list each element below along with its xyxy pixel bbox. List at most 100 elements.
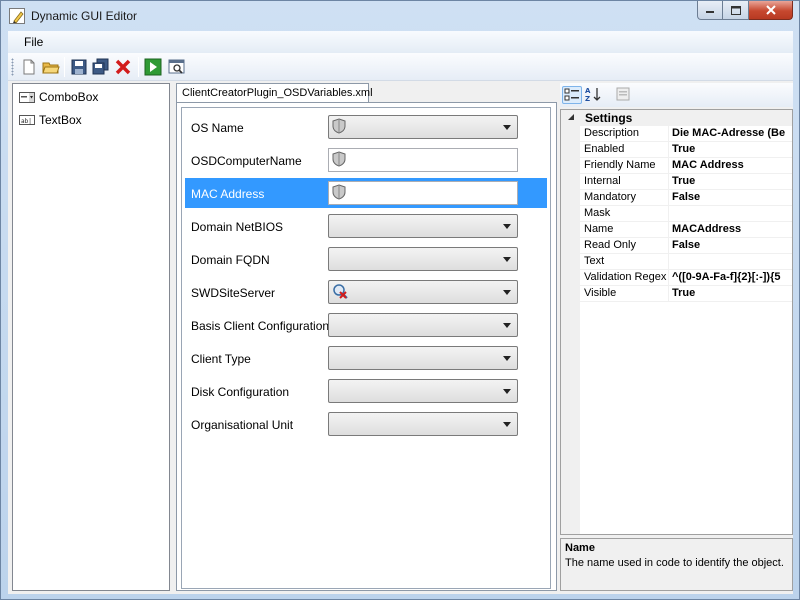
field-label: MAC Address — [191, 187, 265, 201]
run-button[interactable] — [144, 58, 162, 76]
form-row-domain-fqdn[interactable]: Domain FQDN — [185, 244, 547, 274]
form-row-mac-address[interactable]: MAC Address — [185, 178, 547, 208]
property-row-friendly-name[interactable]: Friendly Name MAC Address — [580, 158, 792, 174]
form-row-domain-netbios[interactable]: Domain NetBIOS — [185, 211, 547, 241]
property-row-text[interactable]: Text — [580, 254, 792, 270]
property-divider — [668, 270, 669, 286]
property-name: Mask — [584, 207, 611, 219]
swd-site-server-combobox[interactable] — [328, 280, 518, 304]
property-row-mask[interactable]: Mask — [580, 206, 792, 222]
save-all-button[interactable] — [92, 58, 110, 76]
property-divider — [668, 238, 669, 254]
toolbar-separator — [138, 57, 139, 77]
property-name: Validation Regex — [584, 271, 667, 283]
disk-configuration-combobox[interactable] — [328, 379, 518, 403]
combobox-icon — [19, 90, 35, 104]
open-folder-button[interactable] — [42, 58, 60, 76]
property-row-mandatory[interactable]: Mandatory False — [580, 190, 792, 206]
save-all-icon — [92, 58, 109, 75]
domain-netbios-combobox[interactable] — [328, 214, 518, 238]
menu-bar: File — [8, 31, 793, 53]
property-value[interactable]: ^([0-9A-Fa-f]{2}[:-]){5 — [672, 271, 792, 283]
new-file-button[interactable] — [20, 58, 38, 76]
chevron-down-icon — [503, 323, 511, 328]
osd-computer-name-textbox[interactable] — [328, 148, 518, 172]
svg-text:ab|: ab| — [21, 118, 32, 125]
property-row-name[interactable]: Name MACAddress — [580, 222, 792, 238]
shield-icon — [332, 151, 346, 167]
property-name: Read Only — [584, 239, 636, 251]
tab-content: OS Name OSDComputerName MAC Address Doma… — [176, 102, 557, 591]
property-row-visible[interactable]: Visible True — [580, 286, 792, 302]
toolbar-grip[interactable] — [11, 58, 14, 76]
chevron-down-icon — [503, 290, 511, 295]
property-value[interactable]: MACAddress — [672, 223, 792, 235]
delete-button[interactable] — [114, 58, 132, 76]
basis-client-configuration-combobox[interactable] — [328, 313, 518, 337]
form-row-os-name[interactable]: OS Name — [185, 112, 547, 142]
property-divider — [668, 254, 669, 270]
property-pages-button[interactable] — [614, 86, 634, 104]
property-row-validation-regex[interactable]: Validation Regex ^([0-9A-Fa-f]{2}[:-]){5 — [580, 270, 792, 286]
organisational-unit-combobox[interactable] — [328, 412, 518, 436]
field-label: OS Name — [191, 121, 244, 135]
menu-file[interactable]: File — [24, 35, 43, 49]
tab-osd-variables[interactable]: ClientCreatorPlugin_OSDVariables.xml — [176, 83, 373, 103]
svg-text:A: A — [585, 87, 591, 95]
collapse-icon[interactable] — [568, 114, 574, 120]
preview-button[interactable] — [168, 58, 186, 76]
property-value[interactable]: Die MAC-Adresse (Be — [672, 127, 792, 139]
property-row-internal[interactable]: Internal True — [580, 174, 792, 190]
form-row-swd-site-server[interactable]: SWDSiteServer — [185, 277, 547, 307]
property-row-read-only[interactable]: Read Only False — [580, 238, 792, 254]
minimize-button[interactable] — [697, 1, 723, 20]
property-divider — [668, 174, 669, 190]
property-value[interactable]: True — [672, 175, 792, 187]
domain-fqdn-combobox[interactable] — [328, 247, 518, 271]
client-type-combobox[interactable] — [328, 346, 518, 370]
property-name: Enabled — [584, 143, 625, 155]
close-button[interactable] — [749, 1, 793, 20]
form-editor: ClientCreatorPlugin_OSDVariables.xml OS … — [174, 83, 559, 591]
toolbox-item-combobox[interactable]: ComboBox — [19, 88, 98, 106]
chevron-down-icon — [503, 257, 511, 262]
client-area: File ComboBox ab| TextBox ClientCreatorP… — [8, 31, 793, 594]
chevron-down-icon — [503, 422, 511, 427]
toolbox-item-textbox[interactable]: ab| TextBox — [19, 111, 82, 129]
field-label: Client Type — [191, 352, 251, 366]
field-label: Organisational Unit — [191, 418, 294, 432]
description-title: Name — [565, 542, 595, 554]
sort-alphabetical-icon: AZ — [585, 87, 601, 103]
title-bar[interactable]: Dynamic GUI Editor — [1, 1, 799, 31]
property-row-enabled[interactable]: Enabled True — [580, 142, 792, 158]
form-row-disk-configuration[interactable]: Disk Configuration — [185, 376, 547, 406]
save-button[interactable] — [70, 58, 88, 76]
os-name-combobox[interactable] — [328, 115, 518, 139]
form-row-osd-computer-name[interactable]: OSDComputerName — [185, 145, 547, 175]
property-grid-panel: AZ Settings Description Die MAC-Adresse … — [560, 83, 793, 591]
sort-alphabetical-button[interactable]: AZ — [584, 86, 604, 104]
maximize-button[interactable] — [723, 1, 749, 20]
property-value[interactable]: MAC Address — [672, 159, 792, 171]
field-label: Domain FQDN — [191, 253, 270, 267]
form-canvas: OS Name OSDComputerName MAC Address Doma… — [181, 107, 551, 589]
preview-icon — [168, 59, 185, 74]
form-row-basis-client-configuration[interactable]: Basis Client Configuration — [185, 310, 547, 340]
category-row-settings[interactable]: Settings — [561, 110, 792, 126]
mac-address-textbox[interactable] — [328, 181, 518, 205]
form-row-organisational-unit[interactable]: Organisational Unit — [185, 409, 547, 439]
property-value[interactable]: False — [672, 239, 792, 251]
property-value[interactable]: False — [672, 191, 792, 203]
shield-icon — [332, 118, 346, 134]
form-row-client-type[interactable]: Client Type — [185, 343, 547, 373]
open-folder-icon — [42, 62, 60, 74]
toolbar — [8, 53, 793, 81]
chevron-down-icon — [503, 356, 511, 361]
property-name: Visible — [584, 287, 617, 299]
textbox-icon: ab| — [19, 113, 35, 127]
property-value[interactable]: True — [672, 143, 792, 155]
property-value[interactable]: True — [672, 287, 792, 299]
categorized-button[interactable] — [562, 86, 582, 104]
property-grid: Settings Description Die MAC-Adresse (Be… — [560, 109, 793, 535]
property-row-description[interactable]: Description Die MAC-Adresse (Be — [580, 126, 792, 142]
